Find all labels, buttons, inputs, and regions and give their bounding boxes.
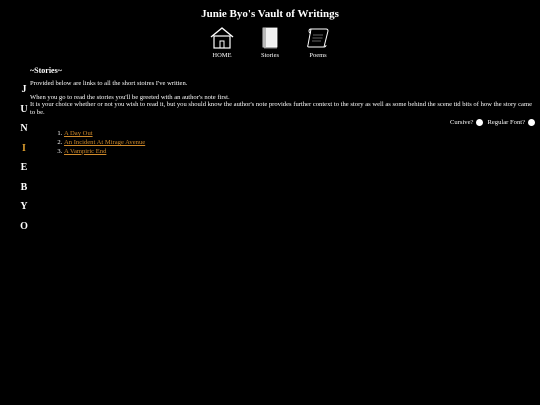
side-letter: U — [20, 103, 28, 115]
nav-home-label: HOME — [212, 52, 232, 59]
main-nav: HOME Stories Poems — [0, 26, 540, 59]
nav-home[interactable]: HOME — [207, 26, 237, 59]
side-letter: N — [20, 123, 28, 134]
nav-stories-label: Stories — [260, 52, 280, 59]
story-list: A Day Out An Incident At Mirage Avenue A… — [30, 130, 535, 156]
cursive-option[interactable]: Cursive? — [450, 119, 484, 127]
cursive-label: Cursive? — [450, 119, 474, 127]
side-letter-highlighted: I — [22, 142, 26, 154]
regular-font-label: Regular Font? — [487, 119, 525, 127]
book-icon — [262, 27, 278, 49]
section-title: ~Stories~ — [30, 66, 62, 75]
house-icon — [210, 27, 234, 49]
story-link[interactable]: An Incident At Mirage Avenue — [64, 139, 145, 146]
nav-poems[interactable]: Poems — [303, 26, 333, 59]
list-item: A Day Out — [64, 130, 535, 139]
story-link[interactable]: A Day Out — [64, 130, 93, 137]
regular-font-radio[interactable] — [528, 119, 535, 127]
scroll-icon — [307, 28, 329, 48]
list-item: A Vampiric End — [64, 148, 535, 157]
site-title: Junie Byo's Vault of Writings — [201, 8, 339, 20]
side-letter: E — [20, 162, 28, 173]
nav-stories[interactable]: Stories — [255, 26, 285, 59]
list-item: An Incident At Mirage Avenue — [64, 139, 535, 148]
regular-font-option[interactable]: Regular Font? — [487, 119, 535, 127]
side-letter: J — [21, 84, 27, 95]
story-link[interactable]: A Vampiric End — [64, 148, 106, 155]
main-content: ~Stories~ Provided below are links to al… — [30, 66, 535, 156]
side-name-column: J U N I E B Y O — [18, 80, 30, 236]
cursive-radio[interactable] — [476, 119, 484, 127]
side-letter: O — [20, 220, 28, 232]
page: Junie Byo's Vault of Writings HOME Stori… — [0, 0, 540, 405]
nav-poems-label: Poems — [309, 52, 327, 59]
intro-text: Provided below are links to all the shor… — [30, 80, 188, 88]
author-note-text: When you go to read the stories you'll b… — [30, 94, 535, 116]
note-line-2: It is your choice whether or not you wis… — [30, 101, 533, 116]
side-letter: B — [20, 181, 28, 193]
side-letter: Y — [20, 201, 28, 212]
note-line-1: When you go to read the stories you'll b… — [30, 93, 230, 101]
font-choice: Cursive? Regular Font? — [30, 119, 535, 127]
